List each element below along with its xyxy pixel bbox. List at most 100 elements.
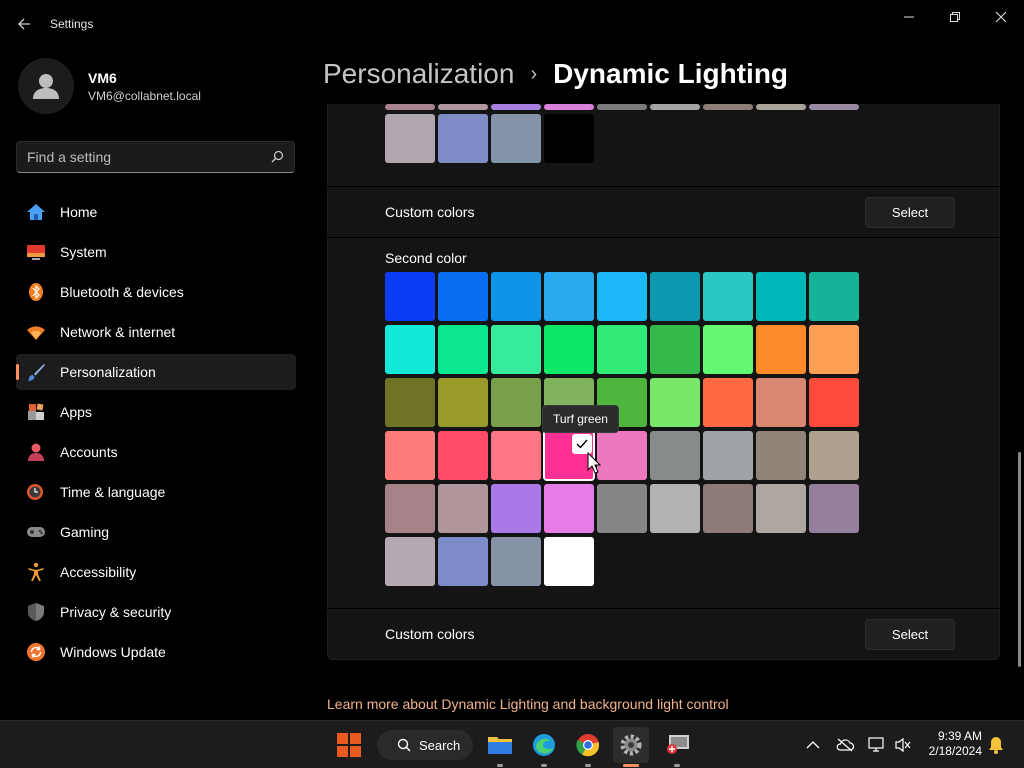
sidebar-item-apps[interactable]: Apps [16, 394, 296, 430]
sidebar-item-accounts[interactable]: Accounts [16, 434, 296, 470]
color-swatch[interactable] [385, 114, 435, 163]
color-swatch[interactable] [650, 484, 700, 533]
color-swatch[interactable] [544, 114, 594, 163]
color-swatch[interactable] [491, 104, 541, 110]
sidebar-item-privacy-security[interactable]: Privacy & security [16, 594, 296, 630]
color-swatch[interactable] [438, 537, 488, 586]
start-button[interactable] [337, 733, 361, 762]
color-swatch[interactable] [597, 104, 647, 110]
color-swatch[interactable] [491, 325, 541, 374]
restore-button[interactable] [932, 2, 978, 32]
color-swatch[interactable] [809, 378, 859, 427]
search-input[interactable] [17, 142, 257, 172]
color-swatch[interactable] [597, 325, 647, 374]
color-swatch[interactable] [544, 537, 594, 586]
user-profile[interactable]: VM6 VM6@collabnet.local [18, 58, 201, 114]
learn-more-link[interactable]: Learn more about Dynamic Lighting and ba… [327, 696, 729, 712]
color-swatch[interactable] [385, 272, 435, 321]
color-swatch[interactable] [756, 431, 806, 480]
color-swatch[interactable] [703, 431, 753, 480]
color-swatch[interactable] [650, 431, 700, 480]
color-swatch[interactable] [438, 484, 488, 533]
color-swatch[interactable] [438, 431, 488, 480]
color-swatch[interactable] [756, 484, 806, 533]
sidebar-item-gaming[interactable]: Gaming [16, 514, 296, 550]
back-button[interactable] [10, 10, 38, 38]
color-swatch[interactable] [491, 378, 541, 427]
color-swatch[interactable] [385, 537, 435, 586]
color-swatch[interactable] [597, 431, 647, 480]
settings-icon[interactable] [613, 727, 649, 767]
second-color-section: Second color [327, 238, 1000, 608]
sidebar-item-home[interactable]: Home [16, 194, 296, 230]
color-swatch[interactable] [491, 537, 541, 586]
color-swatch[interactable] [491, 431, 541, 480]
color-swatch[interactable] [703, 378, 753, 427]
minimize-button[interactable] [886, 2, 932, 32]
color-swatch[interactable] [385, 325, 435, 374]
sidebar-item-bluetooth[interactable]: Bluetooth & devices [16, 274, 296, 310]
color-swatch[interactable] [385, 378, 435, 427]
color-swatch[interactable] [809, 272, 859, 321]
color-swatch[interactable] [544, 484, 594, 533]
color-swatch[interactable] [491, 272, 541, 321]
chevron-up-icon[interactable] [803, 735, 823, 755]
color-swatch[interactable] [438, 114, 488, 163]
color-swatch[interactable] [756, 272, 806, 321]
taskbar-search[interactable]: Search [377, 730, 473, 760]
sidebar-item-windows-update[interactable]: Windows Update [16, 634, 296, 670]
custom-colors-select-button[interactable]: Select [865, 197, 955, 228]
search-box[interactable] [16, 141, 295, 173]
color-swatch[interactable] [597, 484, 647, 533]
color-swatch[interactable] [756, 378, 806, 427]
close-button[interactable] [978, 2, 1024, 32]
color-swatch[interactable] [544, 325, 594, 374]
sidebar-item-accessibility[interactable]: Accessibility [16, 554, 296, 590]
color-swatch[interactable] [703, 325, 753, 374]
sidebar-item-network[interactable]: Network & internet [16, 314, 296, 350]
network-icon[interactable] [867, 735, 887, 755]
remote-desktop-icon[interactable] [659, 727, 695, 767]
taskbar-clock[interactable]: 9:39 AM 2/18/2024 [920, 729, 982, 759]
shield-icon [26, 602, 46, 622]
color-swatch[interactable] [438, 325, 488, 374]
color-swatch[interactable] [438, 104, 488, 110]
color-swatch[interactable] [809, 484, 859, 533]
color-swatch[interactable] [385, 431, 435, 480]
color-swatch[interactable] [385, 104, 435, 110]
color-swatch[interactable] [491, 484, 541, 533]
volume-mute-icon[interactable] [893, 735, 913, 755]
color-swatch[interactable] [809, 104, 859, 110]
color-swatch[interactable] [650, 272, 700, 321]
color-swatch[interactable] [650, 378, 700, 427]
color-swatch[interactable] [703, 104, 753, 110]
bell-icon[interactable] [986, 735, 1006, 755]
sidebar-item-system[interactable]: System [16, 234, 296, 270]
sidebar-item-time-language[interactable]: Time & language [16, 474, 296, 510]
color-swatch[interactable] [809, 431, 859, 480]
cloud-off-icon[interactable] [835, 735, 855, 755]
color-swatch[interactable] [650, 325, 700, 374]
file-explorer-icon[interactable] [482, 727, 518, 767]
color-swatch[interactable] [491, 114, 541, 163]
vertical-scrollbar[interactable] [1018, 452, 1021, 667]
chrome-icon[interactable] [570, 727, 606, 767]
color-swatch[interactable] [809, 325, 859, 374]
color-swatch[interactable] [385, 484, 435, 533]
clock-time: 9:39 AM [937, 729, 982, 743]
custom-colors-select-button[interactable]: Select [865, 619, 955, 650]
color-swatch[interactable] [756, 325, 806, 374]
color-swatch[interactable] [438, 378, 488, 427]
color-swatch[interactable] [756, 104, 806, 110]
color-swatch[interactable] [650, 104, 700, 110]
color-swatch[interactable] [544, 104, 594, 110]
color-swatch[interactable] [703, 484, 753, 533]
color-swatch[interactable] [438, 272, 488, 321]
color-swatch[interactable] [597, 272, 647, 321]
breadcrumb-parent[interactable]: Personalization [323, 58, 514, 90]
sidebar-item-personalization[interactable]: Personalization [16, 354, 296, 390]
color-swatch[interactable] [544, 272, 594, 321]
edge-icon[interactable] [526, 727, 562, 767]
color-swatch[interactable] [703, 272, 753, 321]
sidebar-item-label: System [60, 244, 107, 260]
